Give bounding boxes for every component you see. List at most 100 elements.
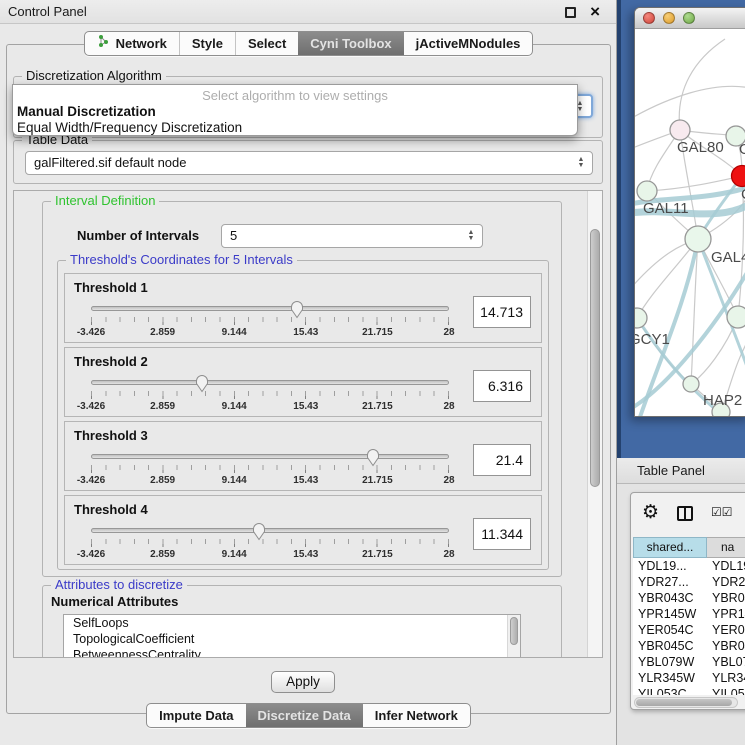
cell: YBR045C xyxy=(633,638,707,654)
node-gal11[interactable] xyxy=(637,181,657,201)
table-row[interactable]: YBL079WYBL079W xyxy=(633,654,745,670)
algorithm-popup-hint: Select algorithm to view settings xyxy=(13,88,577,103)
slider-track[interactable] xyxy=(91,380,449,385)
cell: YIL053C xyxy=(633,686,707,695)
network-view-window[interactable]: GAL80 G C GAL11 GAL4 GCY1 H HAP2 xyxy=(634,7,745,417)
table-row[interactable]: YLR345WYLR345W xyxy=(633,670,745,686)
interval-definition-title: Interval Definition xyxy=(51,193,159,208)
tab-cyni-toolbox-label: Cyni Toolbox xyxy=(310,32,391,56)
tab-style-label: Style xyxy=(192,32,223,56)
node-label-c: C xyxy=(741,186,745,203)
apply-button[interactable]: Apply xyxy=(271,671,335,693)
top-tabset: Network Style Select Cyni Toolbox jActiv… xyxy=(84,31,534,56)
table-row[interactable]: YPR145WYPR145W xyxy=(633,606,745,622)
control-panel: Control Panel × xyxy=(0,0,617,745)
slider-track[interactable] xyxy=(91,454,449,459)
table-row[interactable]: YBR043CYBR043C xyxy=(633,590,745,606)
tick-label: -3.426 xyxy=(77,327,105,338)
node-h[interactable] xyxy=(727,306,745,328)
threshold-1-slider[interactable]: -3.426 2.859 9.144 15.43 21.715 28 xyxy=(91,306,449,311)
numerical-attributes-list[interactable]: SelfLoops TopologicalCoefficient Between… xyxy=(63,614,521,658)
algorithm-dropdown-popup: Select algorithm to view settings Manual… xyxy=(12,84,578,136)
cell: YIL053C xyxy=(707,686,745,695)
table-header-row: shared... na xyxy=(633,537,745,558)
threshold-1-value-field[interactable]: 14.713 xyxy=(473,296,531,328)
node-gal4[interactable] xyxy=(685,226,711,252)
algorithm-option-equal-width[interactable]: Equal Width/Frequency Discretization xyxy=(17,120,242,135)
numerical-attributes-heading: Numerical Attributes xyxy=(51,594,178,609)
cell: YBL079W xyxy=(707,654,745,670)
tab-style[interactable]: Style xyxy=(179,32,235,55)
node-gcy1[interactable] xyxy=(635,308,647,328)
slider-track[interactable] xyxy=(91,528,449,533)
tab-impute-data[interactable]: Impute Data xyxy=(147,704,245,727)
cell: YBL079W xyxy=(633,654,707,670)
slider-thumb[interactable] xyxy=(289,299,305,319)
attribute-item[interactable]: BetweennessCentrality xyxy=(64,647,520,658)
table-row[interactable]: YIL053CYIL053C xyxy=(633,686,745,695)
network-canvas[interactable]: GAL80 G C GAL11 GAL4 GCY1 H HAP2 xyxy=(635,29,745,417)
slider-tick-labels: -3.426 2.859 9.144 15.43 21.715 28 xyxy=(91,549,449,561)
attribute-item[interactable]: TopologicalCoefficient xyxy=(64,631,520,647)
minimize-traffic-light-icon[interactable] xyxy=(663,12,675,24)
select-columns-icon[interactable]: ☑☑ xyxy=(711,505,733,519)
tick-label: -3.426 xyxy=(77,475,105,486)
slider-track[interactable] xyxy=(91,306,449,311)
tick-label: 28 xyxy=(443,549,454,560)
attributes-group: Attributes to discretize Numerical Attri… xyxy=(42,585,562,658)
columns-icon[interactable] xyxy=(677,506,693,521)
table-row[interactable]: YDL19...YDL19... xyxy=(633,558,745,574)
thresholds-group-title: Threshold's Coordinates for 5 Intervals xyxy=(66,252,297,267)
tick-label: 21.715 xyxy=(362,549,393,560)
tab-cyni-toolbox[interactable]: Cyni Toolbox xyxy=(298,32,403,55)
zoom-traffic-light-icon[interactable] xyxy=(683,12,695,24)
tab-discretize-data[interactable]: Discretize Data xyxy=(246,704,363,727)
combo-stepper-icon: ▲▼ xyxy=(576,154,586,172)
table-data-combobox[interactable]: galFiltered.sif default node ▲▼ xyxy=(25,151,593,175)
threshold-3-value-field[interactable]: 21.4 xyxy=(473,444,531,476)
table-row[interactable]: YDR27...YDR27... xyxy=(633,574,745,590)
cell: YDL19... xyxy=(707,558,745,574)
close-traffic-light-icon[interactable] xyxy=(643,12,655,24)
slider-minor-ticks xyxy=(91,465,449,470)
slider-thumb[interactable] xyxy=(194,373,210,393)
gear-icon[interactable]: ⚙ xyxy=(642,501,659,523)
table-rows: YDL19...YDL19... YDR27...YDR27... YBR043… xyxy=(633,558,745,695)
threshold-4-slider[interactable]: -3.426 2.859 9.144 15.43 21.715 28 xyxy=(91,528,449,533)
node-hap2[interactable] xyxy=(683,376,699,392)
tab-jactivemnodules[interactable]: jActiveMNodules xyxy=(404,32,533,55)
settings-vertical-scrollbar[interactable] xyxy=(587,191,602,657)
tab-network[interactable]: Network xyxy=(85,32,179,55)
threshold-2-value-field[interactable]: 6.316 xyxy=(473,370,531,402)
attribute-item[interactable]: SelfLoops xyxy=(64,615,520,631)
table-horizontal-scrollbar[interactable] xyxy=(634,697,738,708)
node-gal80[interactable] xyxy=(670,120,690,140)
cell: YDR27... xyxy=(707,574,745,590)
network-window-titlebar[interactable] xyxy=(635,8,745,29)
tab-infer-network[interactable]: Infer Network xyxy=(363,704,470,727)
tab-select[interactable]: Select xyxy=(235,32,298,55)
threshold-4-value-field[interactable]: 11.344 xyxy=(473,518,531,550)
control-panel-titlebar: Control Panel × xyxy=(0,0,616,24)
float-icon[interactable] xyxy=(565,7,576,18)
node-label-hap2: HAP2 xyxy=(703,392,742,409)
top-tab-bar: Network Style Select Cyni Toolbox jActiv… xyxy=(0,31,617,56)
node-table-card: ⚙ ☑☑ shared... na YDL19...YDL19... YDR27… xyxy=(630,492,745,710)
column-header-shared-name[interactable]: shared... xyxy=(633,537,707,558)
table-row[interactable]: YER054CYER054C xyxy=(633,622,745,638)
cell: YER054C xyxy=(707,622,745,638)
tab-impute-data-label: Impute Data xyxy=(159,704,233,728)
threshold-3-row: Threshold 3 -3.426 2.859 xyxy=(64,421,542,491)
tick-label: -3.426 xyxy=(77,401,105,412)
threshold-2-slider[interactable]: -3.426 2.859 9.144 15.43 21.715 28 xyxy=(91,380,449,385)
number-of-intervals-combobox[interactable]: 5 ▲▼ xyxy=(221,224,483,248)
close-icon[interactable]: × xyxy=(590,1,600,23)
attributes-scrollbar[interactable] xyxy=(507,615,520,658)
table-row[interactable]: YBR045CYBR045C xyxy=(633,638,745,654)
tab-select-label: Select xyxy=(248,32,286,56)
slider-thumb[interactable] xyxy=(365,447,381,467)
column-header-name[interactable]: na xyxy=(707,537,745,558)
threshold-3-slider[interactable]: -3.426 2.859 9.144 15.43 21.715 28 xyxy=(91,454,449,459)
slider-thumb[interactable] xyxy=(251,521,267,541)
algorithm-option-manual[interactable]: Manual Discretization xyxy=(17,104,156,119)
